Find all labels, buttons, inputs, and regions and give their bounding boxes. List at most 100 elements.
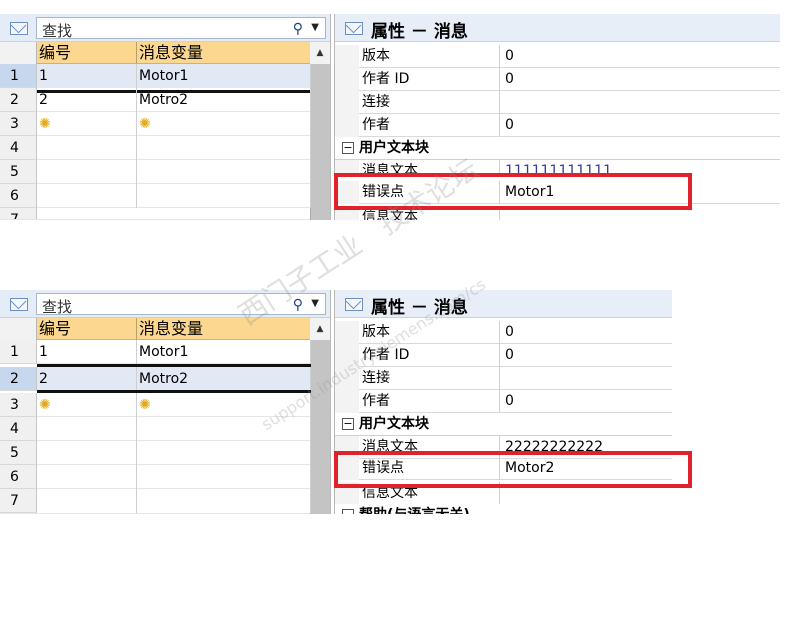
table-row[interactable]: 2 2 Motro2 bbox=[0, 367, 311, 391]
property-value[interactable]: 0 bbox=[500, 390, 672, 413]
property-row[interactable]: 作者 0 bbox=[335, 114, 780, 137]
table-row-new[interactable]: 3 ✺ ✺ bbox=[0, 112, 311, 136]
property-value[interactable] bbox=[500, 367, 672, 390]
column-header-number[interactable]: 编号 bbox=[37, 318, 137, 340]
scroll-up-icon[interactable]: ▲ bbox=[310, 318, 330, 340]
row-number[interactable]: 5 bbox=[0, 160, 37, 184]
property-row[interactable]: 作者 0 bbox=[335, 390, 672, 413]
property-row[interactable]: 连接 bbox=[335, 91, 780, 114]
cell-message-variable[interactable]: Motor1 bbox=[137, 340, 311, 364]
property-row[interactable]: 版本 0 bbox=[335, 45, 780, 68]
cell-message-variable[interactable]: ✺ bbox=[137, 393, 311, 417]
property-row[interactable]: 作者 ID 0 bbox=[335, 68, 780, 91]
table-row[interactable]: 1 1 Motor1 bbox=[0, 64, 311, 88]
property-value[interactable]: 0 bbox=[500, 45, 780, 68]
table-row-empty[interactable]: 7 bbox=[0, 489, 311, 514]
cell-message-variable[interactable]: Motro2 bbox=[137, 88, 311, 112]
vertical-scrollbar[interactable] bbox=[310, 340, 330, 514]
property-name: 作者 bbox=[359, 390, 500, 413]
section-label: 用户文本块 bbox=[359, 416, 429, 432]
table-row-empty[interactable]: 4 bbox=[0, 136, 311, 160]
cell-message-variable[interactable] bbox=[137, 465, 311, 489]
property-value[interactable]: 0 bbox=[500, 321, 672, 344]
property-row[interactable]: 版本 0 bbox=[335, 321, 672, 344]
row-number[interactable]: 7 bbox=[0, 208, 37, 219]
property-value[interactable]: 0 bbox=[500, 68, 780, 91]
chevron-down-icon[interactable]: ▼ bbox=[311, 22, 319, 33]
table-row[interactable]: 2 2 Motro2 bbox=[0, 88, 311, 112]
section-user-text-block[interactable]: − 用户文本块 bbox=[335, 137, 780, 160]
property-value[interactable] bbox=[500, 91, 780, 114]
cell-number[interactable]: ✺ bbox=[37, 112, 137, 136]
cell-number[interactable] bbox=[37, 465, 137, 489]
search-icon[interactable]: ⚲ bbox=[293, 21, 303, 37]
table-header: 编号 消息变量 ▲ bbox=[0, 318, 330, 340]
sparkle-icon: ✺ bbox=[39, 397, 51, 413]
cell-message-variable[interactable] bbox=[137, 441, 311, 465]
property-name: 版本 bbox=[359, 321, 500, 344]
cell-number[interactable]: 2 bbox=[37, 88, 137, 112]
header-corner bbox=[0, 42, 37, 64]
chevron-down-icon[interactable]: ▼ bbox=[311, 298, 319, 309]
collapse-icon[interactable]: − bbox=[342, 418, 354, 430]
cell-number[interactable] bbox=[37, 136, 137, 160]
row-number[interactable]: 3 bbox=[0, 393, 37, 417]
cell-number[interactable]: 2 bbox=[37, 367, 137, 391]
cell-number[interactable] bbox=[37, 160, 137, 184]
properties-title-bar: 属性 － 消息 bbox=[335, 290, 672, 318]
section-user-text-block[interactable]: − 用户文本块 bbox=[335, 413, 672, 436]
collapse-icon[interactable]: − bbox=[342, 509, 354, 514]
search-input[interactable]: 查找 ⚲ ▼ bbox=[36, 17, 326, 40]
section-help[interactable]: − 帮助(与语言无关) bbox=[335, 504, 672, 514]
cell-message-variable[interactable] bbox=[137, 417, 311, 441]
cell-message-variable[interactable]: Motor1 bbox=[137, 64, 311, 88]
cell-message-variable[interactable] bbox=[137, 136, 311, 160]
table-row-new[interactable]: 3 ✺ ✺ bbox=[0, 393, 311, 417]
cell-number[interactable] bbox=[37, 441, 137, 465]
collapse-icon[interactable]: − bbox=[342, 142, 354, 154]
table-row-empty[interactable]: 5 bbox=[0, 441, 311, 465]
row-number[interactable]: 1 bbox=[0, 64, 37, 88]
table-row-empty[interactable]: 4 bbox=[0, 417, 311, 441]
cell-message-variable[interactable]: ✺ bbox=[137, 112, 311, 136]
search-input[interactable]: 查找 ⚲ ▼ bbox=[36, 293, 326, 316]
table-row-empty[interactable]: 6 bbox=[0, 465, 311, 489]
property-value[interactable]: 0 bbox=[500, 344, 672, 367]
cell-number[interactable] bbox=[37, 184, 137, 208]
row-number[interactable]: 4 bbox=[0, 417, 37, 441]
row-number[interactable]: 7 bbox=[0, 489, 37, 513]
property-row[interactable]: 作者 ID 0 bbox=[335, 344, 672, 367]
column-header-number[interactable]: 编号 bbox=[37, 42, 137, 64]
cell-message-variable[interactable]: Motro2 bbox=[137, 367, 311, 391]
row-number[interactable]: 6 bbox=[0, 184, 37, 208]
cell-message-variable[interactable] bbox=[137, 160, 311, 184]
property-value[interactable]: 0 bbox=[500, 114, 780, 137]
row-number[interactable]: 2 bbox=[0, 367, 37, 391]
row-number[interactable]: 1 bbox=[0, 340, 37, 364]
row-number[interactable]: 5 bbox=[0, 441, 37, 465]
cell-number[interactable] bbox=[37, 417, 137, 441]
cell-number[interactable] bbox=[37, 489, 137, 513]
message-table-panel-bottom: 查找 ⚲ ▼ 编号 消息变量 ▲ 1 1 Motor1 2 2 Motro2 3… bbox=[0, 290, 331, 514]
row-number[interactable]: 2 bbox=[0, 88, 37, 112]
row-number[interactable]: 6 bbox=[0, 465, 37, 489]
column-header-message-variable[interactable]: 消息变量 bbox=[137, 318, 311, 340]
cell-number[interactable]: 1 bbox=[37, 64, 137, 88]
row-number[interactable]: 4 bbox=[0, 136, 37, 160]
scroll-up-icon[interactable]: ▲ bbox=[310, 42, 330, 64]
table-row[interactable]: 1 1 Motor1 bbox=[0, 340, 311, 364]
cell-message-variable[interactable] bbox=[137, 489, 311, 513]
table-row-empty[interactable]: 7 bbox=[0, 208, 310, 220]
property-row[interactable]: 连接 bbox=[335, 367, 672, 390]
cell-number[interactable]: ✺ bbox=[37, 393, 137, 417]
column-header-message-variable[interactable]: 消息变量 bbox=[137, 42, 311, 64]
search-bar: 查找 ⚲ ▼ bbox=[0, 14, 330, 42]
vertical-scrollbar[interactable] bbox=[310, 64, 330, 220]
cell-number[interactable]: 1 bbox=[37, 340, 137, 364]
search-icon[interactable]: ⚲ bbox=[293, 297, 303, 313]
table-row-empty[interactable]: 5 bbox=[0, 160, 311, 184]
search-placeholder: 查找 bbox=[42, 298, 73, 316]
cell-message-variable[interactable] bbox=[137, 184, 311, 208]
row-number[interactable]: 3 bbox=[0, 112, 37, 136]
table-row-empty[interactable]: 6 bbox=[0, 184, 311, 208]
